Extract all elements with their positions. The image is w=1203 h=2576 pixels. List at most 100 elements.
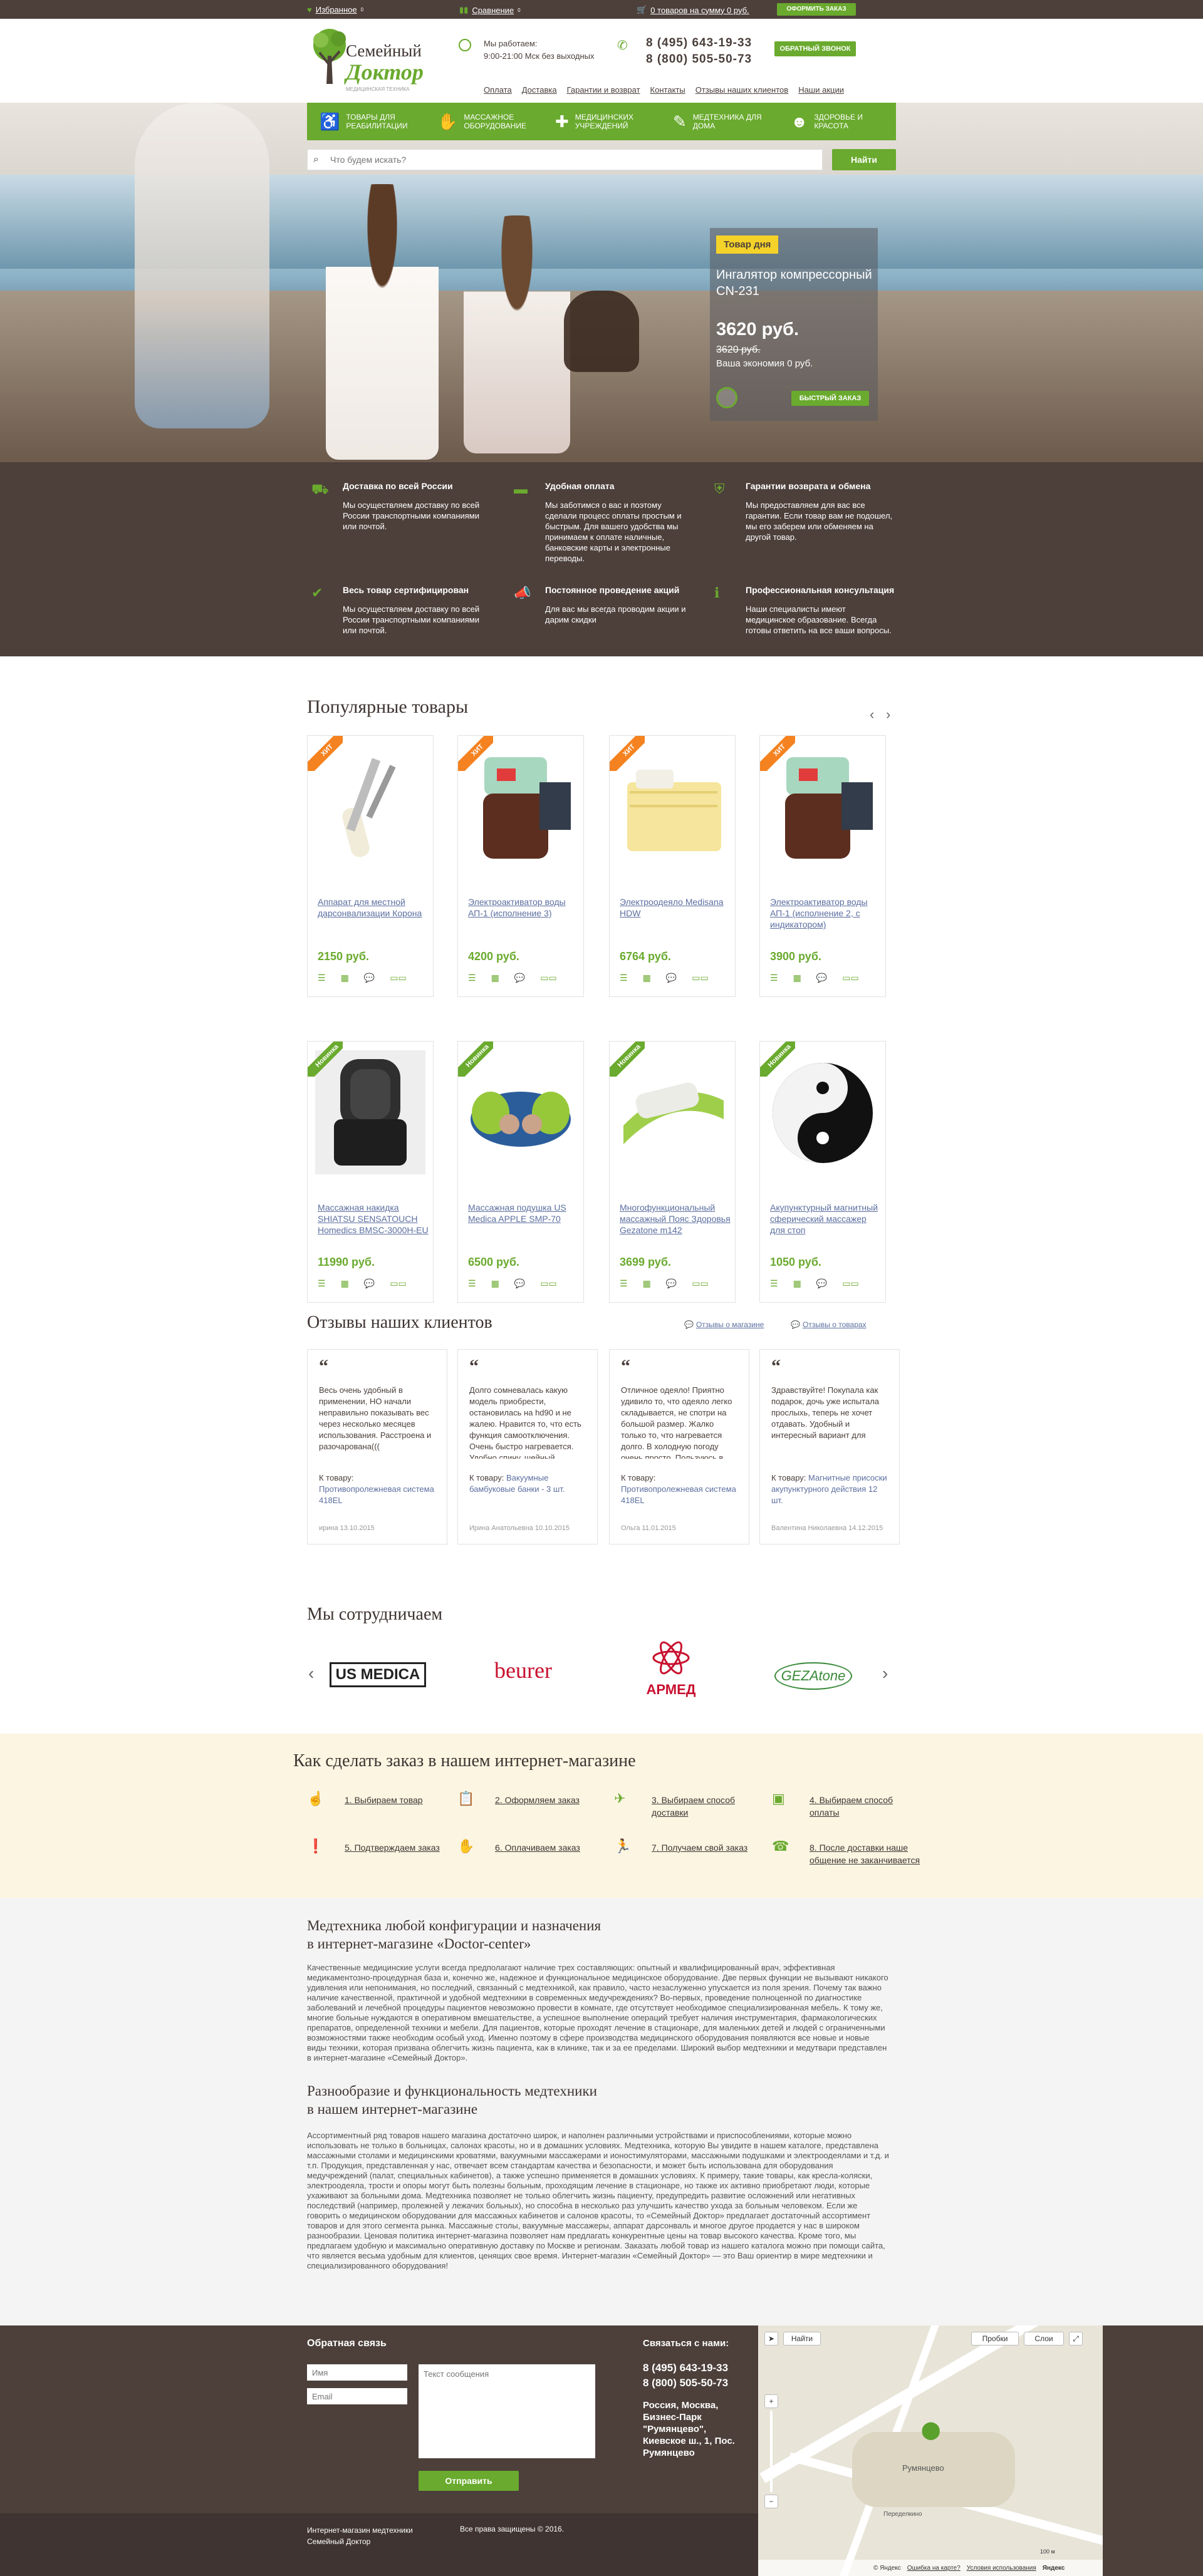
phone-2[interactable]: 8 (800) 505-50-73 [617,51,752,68]
category-medical[interactable]: ✚ МЕДИЦИНСКИХ УЧРЕЖДЕНИЙ [543,103,660,140]
order-step-label[interactable]: 6. Оплачиваем заказ [495,1841,608,1854]
product-name[interactable]: Акупунктурный магнитный сферический масс… [770,1202,883,1236]
product-card[interactable]: ХИТ Электроактиватор воды АП-1 (исполнени… [457,735,584,997]
cart-add-icon[interactable]: ☰ [770,1278,778,1289]
cart-add-icon[interactable]: ☰ [318,973,326,983]
product-card[interactable]: Новинка Акупунктурный магнитный сферическ… [759,1041,886,1303]
cart-add-icon[interactable]: ☰ [468,1278,476,1289]
order-step-label[interactable]: 4. Выбираем способ оплаты [810,1794,922,1819]
map-zoom-in-button[interactable]: + [764,2394,778,2408]
partner-logo-gezatone[interactable]: GEZAtone [774,1662,852,1690]
category-beauty[interactable]: ☻ ЗДОРОВЬЕ И КРАСОТА [778,103,896,140]
email-input[interactable] [307,2388,407,2404]
compare-icon[interactable]: ▦ [491,973,499,983]
favorites-link[interactable]: ♥ Избранное 0 [307,5,363,14]
order-step-label[interactable]: 2. Оформляем заказ [495,1794,608,1806]
order-step-label[interactable]: 5. Подтверждаем заказ [345,1841,457,1854]
comment-icon[interactable]: 💬 [364,1278,375,1289]
cart-add-icon[interactable]: ☰ [318,1278,326,1289]
menu-guarantee[interactable]: Гарантии и возврат [567,85,640,95]
message-textarea[interactable] [419,2364,595,2458]
product-card[interactable]: ХИТ Электроодеяло Medisana HDW 6764 руб. ☰ ▦… [609,735,736,997]
send-button[interactable]: Отправить [419,2471,519,2491]
product-name[interactable]: Массажная накидка SHIATSU SENSATOUCH Hom… [318,1202,430,1236]
compare-icon[interactable]: ▦ [793,1278,801,1289]
more-icon[interactable]: ▭▭ [842,973,858,983]
product-card[interactable]: Новинка Массажная подушка US Medica APPLE… [457,1041,584,1303]
map-zoom-slider[interactable] [770,2411,773,2492]
menu-contacts[interactable]: Контакты [650,85,685,95]
popular-prev-arrow[interactable]: ‹ [870,706,874,723]
category-rehab[interactable]: ♿ ТОВАРЫ ДЛЯ РЕАБИЛИТАЦИИ [307,103,425,140]
menu-delivery[interactable]: Доставка [522,85,557,95]
more-icon[interactable]: ▭▭ [692,973,708,983]
menu-promotions[interactable]: Наши акции [798,85,844,95]
partner-logo-beurer[interactable]: beurer [482,1657,564,1689]
product-name[interactable]: Массажная подушка US Medica APPLE SMP-70 [468,1202,581,1224]
compare-icon[interactable]: ▦ [793,973,801,983]
phone-1[interactable]: 8 (495) 643-19-33 [617,35,752,51]
map-zoom-out-button[interactable]: − [764,2495,778,2508]
review-product-link[interactable]: Противопролежневая система 418EL [621,1484,736,1505]
search-input[interactable] [307,149,823,170]
more-icon[interactable]: ▭▭ [540,1278,556,1289]
more-icon[interactable]: ▭▭ [390,1278,406,1289]
compare-icon[interactable]: ▦ [491,1278,499,1289]
deal-name[interactable]: Ингалятор компрессорный CN-231 [716,267,873,299]
compare-icon[interactable]: ▦ [341,973,349,983]
order-step-label[interactable]: 1. Выбираем товар [345,1794,457,1806]
product-reviews-link[interactable]: 💬 Отзывы о товарах [791,1320,867,1329]
name-input[interactable] [307,2364,407,2381]
store-reviews-link[interactable]: 💬 Отзывы о магазине [684,1320,764,1329]
partners-prev-arrow[interactable]: ‹ [308,1663,314,1684]
product-name[interactable]: Электроактиватор воды АП-1 (исполнение 3… [468,896,581,919]
product-name[interactable]: Электроактиватор воды АП-1 (исполнение 2… [770,896,883,930]
order-step-label[interactable]: 3. Выбираем способ доставки [652,1794,764,1819]
more-icon[interactable]: ▭▭ [842,1278,858,1289]
map-terms-link[interactable]: Условия использования [967,2565,1036,2572]
map-layers-button[interactable]: Слои [1024,2332,1064,2346]
logo[interactable]: Семейный Доктор МЕДИЦИНСКАЯ ТЕХНИКА [311,28,442,95]
product-name[interactable]: Электроодеяло Medisana HDW [620,896,732,919]
popular-next-arrow[interactable]: › [886,706,890,723]
order-step-label[interactable]: 7. Получаем свой заказ [652,1841,764,1854]
product-name[interactable]: Аппарат для местной дарсонвализации Коро… [318,896,430,919]
comment-icon[interactable]: 💬 [666,1278,677,1289]
product-card[interactable]: Новинка Многофункциональный массажный Поя… [609,1041,736,1303]
map-find-button[interactable]: Найти [783,2332,821,2346]
footer-phone-2[interactable]: 8 (800) 505-50-73 [643,2377,728,2389]
partners-next-arrow[interactable]: › [882,1663,888,1684]
cart-add-icon[interactable]: ☰ [468,973,476,983]
comment-icon[interactable]: 💬 [514,1278,525,1289]
map-traffic-button[interactable]: Пробки [971,2332,1019,2346]
callback-button[interactable]: ОБРАТНЫЙ ЗВОНОК [774,41,856,56]
product-card[interactable]: ХИТ Электроактиватор воды АП-1 (исполнени… [759,735,886,997]
order-step-label[interactable]: 8. После доставки наше общение не заканч… [810,1841,922,1866]
footer-phone-1[interactable]: 8 (495) 643-19-33 [643,2362,728,2374]
map-fullscreen-icon[interactable]: ⤢ [1069,2332,1083,2346]
cart-add-icon[interactable]: ☰ [620,973,628,983]
menu-reviews[interactable]: Отзывы наших клиентов [695,85,788,95]
comment-icon[interactable]: 💬 [816,973,827,983]
compare-icon[interactable]: ▦ [643,973,651,983]
menu-payment[interactable]: Оплата [484,85,512,95]
quick-order-button[interactable]: БЫСТРЫЙ ЗАКАЗ [791,391,869,406]
category-home[interactable]: ✎ МЕДТЕХНИКА ДЛЯ ДОМА [660,103,778,140]
comment-icon[interactable]: 💬 [666,973,677,983]
cart-summary[interactable]: 🛒 0 товаров на сумму 0 руб. [637,5,749,15]
more-icon[interactable]: ▭▭ [390,973,406,983]
more-icon[interactable]: ▭▭ [540,973,556,983]
partner-logo-usmedica[interactable]: US MEDICA [330,1662,426,1687]
product-card[interactable]: ХИТ Аппарат для местной дарсонвализации К… [307,735,434,997]
product-name[interactable]: Многофункциональный массажный Пояс Здоро… [620,1202,732,1236]
deal-cart-icon[interactable] [716,387,737,408]
comment-icon[interactable]: 💬 [364,973,375,983]
checkout-button[interactable]: ОФОРМИТЬ ЗАКАЗ [777,3,856,16]
location-map[interactable]: ⬤ Румянцево Переделкино ➤ Найти Пробки С… [758,2325,1103,2576]
more-icon[interactable]: ▭▭ [692,1278,708,1289]
cart-add-icon[interactable]: ☰ [770,973,778,983]
compare-icon[interactable]: ▦ [341,1278,349,1289]
map-locate-icon[interactable]: ➤ [764,2332,778,2346]
comment-icon[interactable]: 💬 [816,1278,827,1289]
cart-add-icon[interactable]: ☰ [620,1278,628,1289]
